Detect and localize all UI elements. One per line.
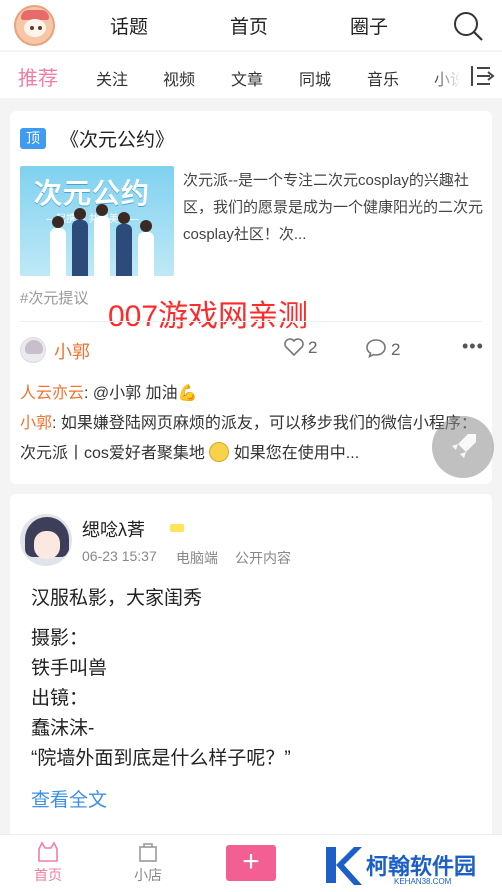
post-body-line: 摄影： [31, 628, 89, 649]
post-body-line: 蠢沫沫- [31, 718, 95, 739]
bottom-nav-home-label: 首页 [34, 867, 62, 883]
post-excerpt[interactable]: 次元派--是一个专注二次元cosplay的兴趣社区，我们的愿景是成为一个健康阳光… [183, 167, 483, 248]
comment-item[interactable]: 人云亦云: @小郭 加油💪 [20, 379, 482, 409]
app-logo-avatar[interactable] [14, 5, 55, 46]
tab-music[interactable]: 音乐 [367, 66, 399, 90]
comment-author[interactable]: 小郭 [20, 415, 52, 432]
search-icon[interactable] [452, 10, 484, 42]
cat-home-icon [38, 841, 58, 862]
tab-local[interactable]: 同城 [299, 66, 331, 90]
comment-author[interactable]: 人云亦云 [20, 385, 84, 402]
comment-text: @小郭 加油💪 [92, 385, 198, 402]
tab-follow[interactable]: 关注 [96, 66, 128, 90]
thumbnail-title: 次元公约 [34, 178, 151, 209]
smile-emoji-icon [209, 442, 230, 462]
post-thumbnail[interactable]: 次元公约 —起携手 共建美好— [20, 166, 174, 276]
author-avatar[interactable] [20, 337, 46, 363]
nav-home[interactable]: 首页 [230, 12, 268, 39]
more-options-icon[interactable]: ••• [462, 336, 484, 357]
floating-action-button[interactable] [432, 416, 494, 478]
tab-fade [432, 52, 472, 98]
post-body-line: 汉服私影，大家闺秀 [31, 588, 203, 609]
brand-watermark: 柯翰软件园 KEHAN38.COM [322, 841, 502, 891]
post-body-line: “院墙外面到底是什么样子呢？” [31, 748, 291, 769]
nav-topics[interactable]: 话题 [110, 12, 148, 39]
post-body[interactable]: 汉服私影，大家闺秀 摄影： 铁手叫兽 出镜： 蠢沫沫- “院墙外面到底是什么样子… [31, 584, 291, 774]
bottom-nav-home[interactable]: 首页 [34, 841, 62, 885]
author-name[interactable]: 小郭 [54, 338, 90, 364]
like-count: 2 [308, 338, 318, 357]
post-author-row: 小郭 2 2 ••• [20, 334, 484, 364]
tab-recommend[interactable]: 推荐 [18, 62, 58, 91]
tab-article[interactable]: 文章 [231, 66, 263, 90]
topic-tag[interactable]: #次元提议 [20, 287, 88, 308]
post-body-line: 出镜： [31, 688, 89, 709]
post-date: 06-23 15:37 [82, 548, 157, 564]
brand-logo-icon [326, 847, 362, 885]
top-bar: 话题 首页 圈子 [0, 0, 502, 50]
user-level-badge [170, 524, 184, 532]
comment-bubble-icon [366, 339, 386, 358]
nav-circles[interactable]: 圈子 [350, 12, 388, 39]
rocket-icon [452, 434, 476, 458]
tab-menu-icon[interactable] [468, 62, 496, 90]
like-button[interactable]: 2 [284, 338, 317, 358]
watermark-text: 007游戏网亲测 [108, 300, 309, 333]
post-visibility: 公开内容 [235, 550, 291, 566]
comment-text-continued: 如果您在使用中... [229, 445, 360, 462]
tab-video[interactable]: 视频 [163, 66, 195, 90]
pinned-badge: 顶 [20, 128, 46, 149]
post-title[interactable]: 《次元公约》 [60, 125, 174, 152]
comment-button[interactable]: 2 [365, 338, 400, 360]
user-avatar[interactable] [20, 514, 72, 566]
bottom-nav-shop[interactable]: 小店 [134, 841, 162, 885]
create-post-button[interactable]: + [226, 845, 276, 881]
shop-bag-icon [139, 843, 157, 862]
comment-preview-list: 人云亦云: @小郭 加油💪 小郭: 如果嫌登陆网页麻烦的派友，可以移步我们的微信… [20, 379, 482, 469]
feed-post-card[interactable]: 缌唸λ萕 06-23 15:37 电脑端 公开内容 汉服私影，大家闺秀 摄影： … [10, 494, 492, 839]
post-body-line: 铁手叫兽 [31, 658, 108, 679]
post-device: 电脑端 [176, 550, 218, 566]
user-name[interactable]: 缌唸λ萕 [82, 516, 145, 542]
comment-count: 2 [391, 340, 401, 359]
brand-url: KEHAN38.COM [394, 877, 452, 886]
bottom-nav-shop-label: 小店 [134, 867, 162, 883]
read-more-link[interactable]: 查看全文 [31, 785, 107, 812]
heart-icon [284, 338, 304, 357]
category-tabs: 推荐 关注 视频 文章 同城 音乐 小说 [0, 52, 502, 98]
bottom-nav-bar: 首页 小店 + 柯翰软件园 KEHAN38.COM [0, 834, 502, 892]
pinned-post-card[interactable]: 顶 《次元公约》 次元公约 —起携手 共建美好— 次元派--是一个专注二次元co… [10, 111, 492, 484]
comment-item[interactable]: 小郭: 如果嫌登陆网页麻烦的派友，可以移步我们的微信小程序：次元派丨cos爱好者… [20, 409, 482, 469]
divider [20, 321, 482, 322]
